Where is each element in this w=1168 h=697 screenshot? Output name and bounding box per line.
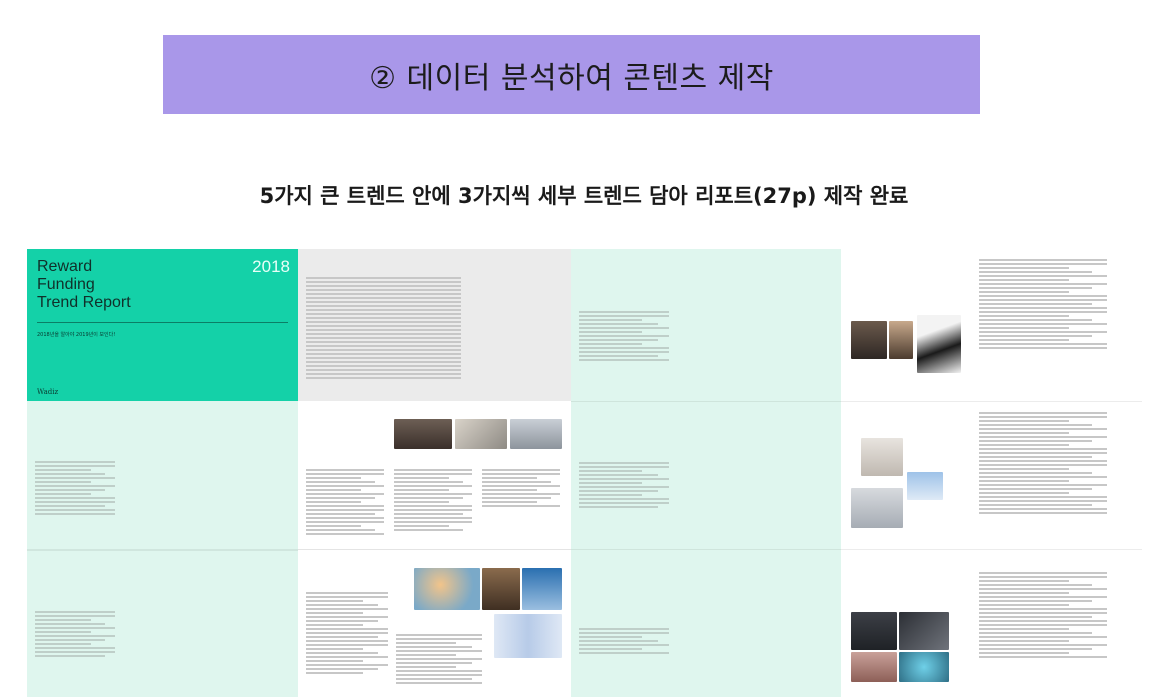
page-body-text-col-2 (394, 469, 472, 533)
report-page-detail-4 (841, 401, 1142, 549)
report-page-trend-5 (571, 549, 841, 697)
report-page-trend-3 (571, 401, 841, 549)
report-cover-page: Reward Funding Trend Report 2018 2018년을 … (27, 249, 298, 401)
report-pages-collage: Reward Funding Trend Report 2018 2018년을 … (27, 249, 1142, 697)
cover-tagline: 2018년을 알아야 2019년이 보인다! (37, 332, 116, 338)
product-photo (522, 568, 562, 610)
product-photo (510, 419, 562, 449)
page-body-text-col-3 (482, 469, 560, 509)
report-page-detail-3 (841, 249, 1142, 401)
report-page-trend-1 (571, 249, 841, 401)
page-body-text (579, 311, 669, 363)
report-page-trend-4 (27, 549, 298, 697)
cover-year: 2018 (252, 257, 290, 276)
page-body-text (35, 611, 115, 659)
report-summary: 5가지 큰 트렌드 안에 3가지씩 세부 트렌드 담아 리포트(27p) 제작 … (259, 184, 909, 208)
cover-title-line-2: Funding (37, 276, 95, 293)
fashion-photo (889, 321, 913, 359)
fashion-photo (851, 321, 887, 359)
page-body-text-col-1 (306, 469, 384, 537)
report-page-detail-2 (298, 549, 571, 697)
page-body-text (579, 462, 669, 510)
fashion-photo (851, 488, 903, 528)
product-photo (851, 612, 897, 650)
product-photo (482, 568, 520, 610)
product-photo (851, 652, 897, 682)
page-body-text (306, 277, 461, 381)
cover-title-line-3: Trend Report (37, 294, 131, 311)
cover-divider (37, 322, 288, 323)
product-photo (394, 419, 452, 449)
page-body-text (35, 461, 115, 517)
fashion-photo (861, 438, 903, 476)
banner-title: ② 데이터 분석하여 콘텐츠 제작 (369, 60, 774, 96)
app-screenshot (494, 614, 562, 658)
page-body-text (979, 259, 1107, 351)
report-page-intro (298, 249, 571, 401)
page-body-text-col-1 (306, 592, 388, 676)
product-photo (899, 612, 949, 650)
fashion-photo (907, 472, 943, 500)
report-page-trend-2 (27, 401, 298, 549)
product-photo (414, 568, 480, 610)
report-page-detail-5 (841, 549, 1142, 697)
section-banner: ② 데이터 분석하여 콘텐츠 제작 (163, 35, 980, 114)
fashion-photo (917, 315, 961, 373)
cover-title-line-1: Reward (37, 258, 93, 275)
product-photo (455, 419, 507, 449)
product-photo (899, 652, 949, 682)
page-body-text-col-2 (396, 634, 482, 686)
page-body-text (979, 572, 1107, 660)
report-page-detail-1 (298, 401, 571, 549)
cover-title: Reward Funding Trend Report (37, 258, 131, 312)
page-body-text (579, 628, 669, 656)
page-body-text (979, 412, 1107, 516)
cover-logo: Wadiz (37, 388, 59, 396)
